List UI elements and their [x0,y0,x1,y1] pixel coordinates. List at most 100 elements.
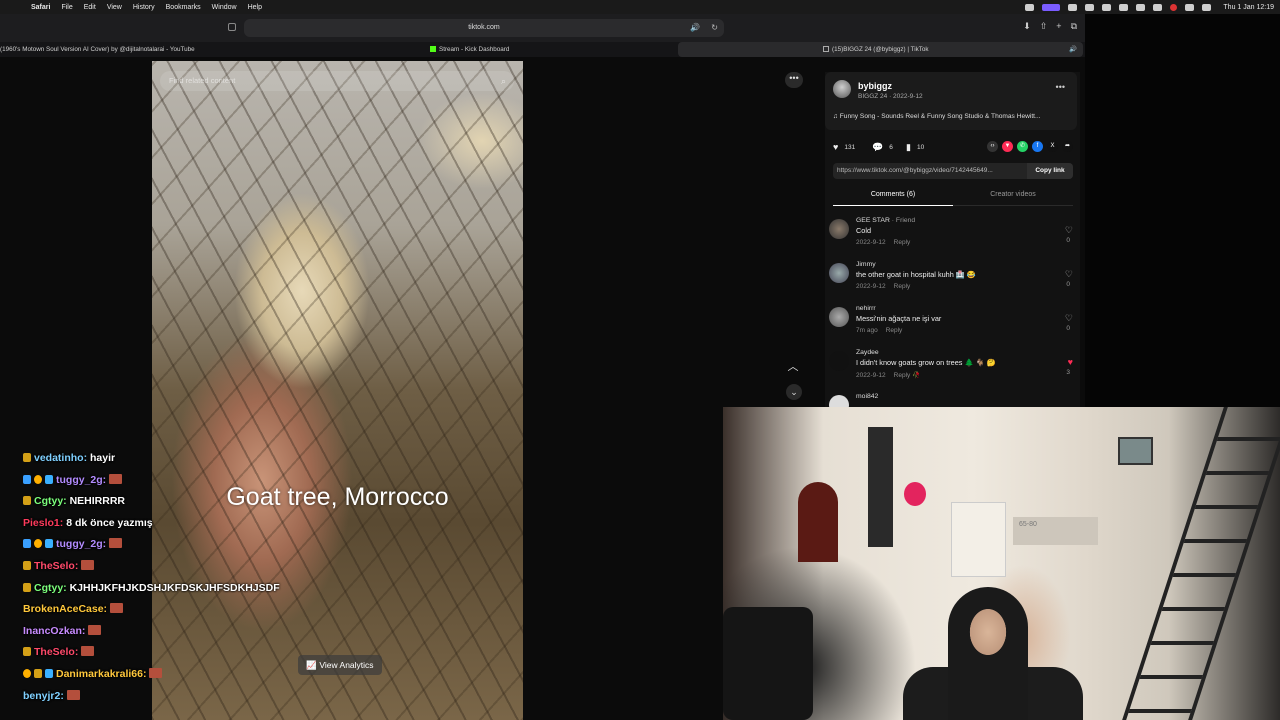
comment-author[interactable]: Zaydee [856,349,879,356]
comment-date: 7m ago [856,327,878,334]
status-battery-icon[interactable] [1119,3,1129,11]
search-icon[interactable]: ⌕ [501,71,506,91]
spotlight-icon[interactable] [1185,3,1195,11]
menu-window[interactable]: Window [212,4,237,11]
reply-button[interactable]: Reply [894,372,911,379]
comment-meta: 7m ago Reply [856,327,902,334]
badge-icon [23,474,31,484]
video-link-field[interactable]: https://www.tiktok.com/@bybiggz/video/71… [833,163,1073,179]
sidebar-toggle-icon[interactable] [228,23,236,31]
like-button[interactable]: ♥ 131 [833,142,855,152]
list-item: Jimmy the other goat in hospital kuhh 🏥 … [829,261,1075,301]
send-icon[interactable]: ▼ [1002,141,1013,152]
status-app-icon[interactable] [1025,3,1035,11]
tab-title: Stream - Kick Dashboard [439,46,510,53]
video-link-text: https://www.tiktok.com/@bybiggz/video/71… [837,167,993,174]
control-center-icon[interactable] [1202,3,1212,11]
heart-icon[interactable]: ♡ [1065,313,1073,324]
related-search-input[interactable]: Find related content ⌕ [160,71,514,91]
menu-view[interactable]: View [107,4,122,11]
heart-icon[interactable]: ♥ [1068,357,1073,367]
copy-link-button[interactable]: Copy link [1027,163,1073,179]
tab-kick[interactable]: Stream - Kick Dashboard [430,42,630,57]
avatar[interactable] [829,395,849,407]
comment-button[interactable]: 💬 6 [872,142,893,153]
comment-author[interactable]: nehirrr [856,305,876,312]
avatar[interactable] [829,263,849,283]
save-count: 10 [916,144,925,151]
menu-safari[interactable]: Safari [31,4,50,11]
menu-bookmarks[interactable]: Bookmarks [166,4,201,11]
notice-board [951,502,1006,577]
heart-icon[interactable]: ♡ [1065,269,1073,280]
status-volume-icon[interactable] [1136,3,1146,11]
avatar[interactable] [829,219,849,239]
facebook-icon[interactable]: f [1032,141,1043,152]
menu-history[interactable]: History [133,4,155,11]
avatar[interactable] [829,307,849,327]
x-icon[interactable]: X [1047,141,1058,152]
url-text[interactable]: tiktok.com [468,24,500,31]
like-count: 131 [844,143,856,151]
comment-author[interactable]: Jimmy [856,261,876,268]
chat-user: vedatinho: [34,452,88,464]
save-button[interactable]: ▮ 10 [906,142,924,153]
chat-message: BrokenAceCase: [23,599,323,621]
avatar[interactable] [829,351,849,371]
comment-count: 6 [889,144,893,151]
status-icons: Thu 1 Jan 12:19 [1025,0,1274,14]
comment-text: the other goat in hospital kuhh 🏥 😂 [856,270,976,279]
action-bar: ♥ 131 💬 6 ▮ 10 ‹› ▼ ✆ f X ➦ [833,141,1073,153]
comment-author[interactable]: moi842 [856,393,878,400]
comment-like-count: 0 [1066,325,1070,332]
menu-edit[interactable]: Edit [84,4,96,11]
bookmark-icon: ▮ [906,142,911,152]
tab-audio-icon[interactable]: 🔊 [1069,42,1077,57]
whatsapp-icon[interactable]: ✆ [1017,141,1028,152]
share-arrow-icon[interactable]: ➦ [1062,141,1073,152]
screen: Safari File Edit View History Bookmarks … [0,0,1280,720]
embed-icon[interactable]: ‹› [987,141,998,152]
new-tab-icon[interactable]: + [1056,21,1061,32]
speaker-icon[interactable]: 🔊 [690,19,700,37]
friend-tag: · Friend [889,217,916,224]
music-link[interactable]: ♫ Funny Song - Sounds Reel & Funny Song … [833,113,1041,120]
reload-icon[interactable]: ↻ [711,19,718,37]
pink-balloon [904,482,926,506]
reply-button[interactable]: Reply [894,239,911,246]
next-video-icon[interactable]: ⌄ [786,384,802,400]
menu-file[interactable]: File [61,4,72,11]
chat-text: hayir [90,452,116,464]
menu-clock[interactable]: Thu 1 Jan 12:19 [1223,4,1274,11]
chat-user: tuggy_2g: [56,473,107,486]
more-options-icon[interactable]: ••• [785,72,803,88]
share-icon[interactable]: ⇧ [1040,21,1048,32]
menu-help[interactable]: Help [248,4,262,11]
reply-button[interactable]: Reply [894,283,911,290]
tab-youtube[interactable]: (1960's Motown Soul Version AI Cover) by… [0,42,300,57]
emote-icon [88,624,102,635]
status-wifi-icon[interactable] [1153,3,1163,11]
status-stream-icon[interactable] [1042,3,1061,11]
emote-icon [109,473,123,484]
download-icon[interactable]: ⬇ [1023,21,1031,32]
tab-comments[interactable]: Comments (6) [833,191,953,206]
status-notify-icon[interactable] [1170,3,1178,11]
status-record-icon[interactable] [1102,3,1112,11]
author-more-icon[interactable]: ••• [1056,82,1065,92]
reply-button[interactable]: Reply [886,327,903,334]
list-item: nehirrr Messi'nin ağaçta ne işi var 7m a… [829,305,1075,345]
comment-author[interactable]: GEE STAR · Friend [856,217,915,224]
chat-user: benyjr2: [23,689,64,702]
status-display-icon[interactable] [1085,3,1095,11]
tab-creator-videos[interactable]: Creator videos [953,191,1073,198]
previous-video-icon[interactable]: ︿ [786,358,800,373]
address-bar[interactable]: tiktok.com 🔊 ↻ [244,19,724,37]
heart-icon[interactable]: ♡ [1065,225,1073,236]
tab-overview-icon[interactable]: ⧉ [1071,21,1077,32]
status-tool-icon[interactable] [1068,3,1078,11]
avatar[interactable] [833,80,851,98]
author-username[interactable]: bybiggz [858,81,892,91]
badge-icon [23,453,31,462]
tab-tiktok-active[interactable]: (15)BIGGZ 24 (@bybiggz) | TikTok 🔊 [678,42,1083,57]
